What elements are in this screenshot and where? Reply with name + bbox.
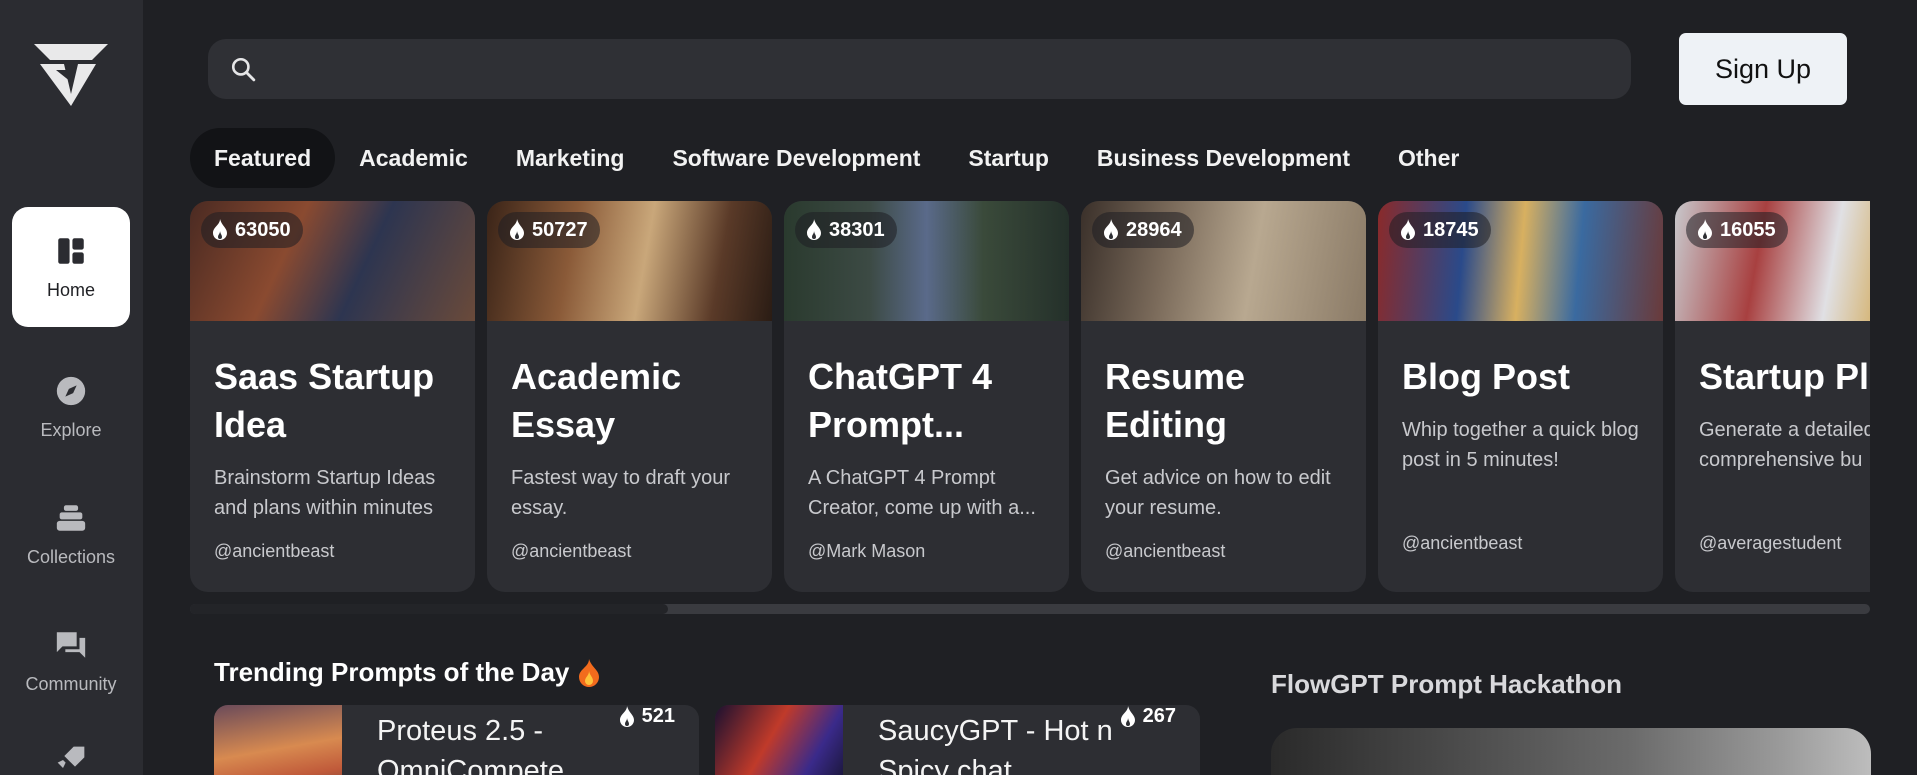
sidebar-item-collections[interactable]: Collections: [12, 474, 130, 594]
sidebar-item-rocket[interactable]: [12, 728, 130, 775]
card-description: A ChatGPT 4 Prompt Creator, come up with…: [808, 467, 1036, 519]
sidebar-item-label: Home: [46, 279, 95, 300]
prompt-card[interactable]: 16055 Startup Pla Generate a detailed co…: [1675, 201, 1870, 592]
view-count: 16055: [1720, 218, 1776, 241]
flame-icon: [1104, 219, 1118, 240]
card-description: Generate a detailed comprehensive bu: [1675, 401, 1870, 475]
card-title: Startup Pla: [1699, 356, 1870, 397]
card-image: 16055: [1675, 201, 1870, 321]
hackathon-banner[interactable]: [1271, 728, 1871, 775]
prompt-card[interactable]: 18745 Blog Post Whip together a quick bl…: [1378, 201, 1663, 592]
trending-item[interactable]: SaucyGPT - Hot n Spicy chat 267: [715, 705, 1200, 775]
card-author[interactable]: @ancientbeast: [1105, 541, 1225, 562]
rocket-icon: [57, 746, 85, 768]
tab-marketing[interactable]: Marketing: [492, 128, 649, 188]
featured-carousel: 63050 Saas Startup Idea Brainstorm Start…: [190, 201, 1870, 592]
compass-icon: [56, 376, 86, 405]
prompt-card[interactable]: 63050 Saas Startup Idea Brainstorm Start…: [190, 201, 475, 592]
prompt-card[interactable]: 50727 Academic Essay Fastest way to draf…: [487, 201, 772, 592]
flame-icon: [1698, 219, 1712, 240]
scrollbar-thumb[interactable]: [190, 604, 668, 614]
card-image: 28964: [1081, 201, 1366, 321]
card-author[interactable]: @ancientbeast: [511, 541, 631, 562]
view-count-badge: 38301: [795, 212, 897, 248]
flame-icon: [213, 219, 227, 240]
trending-heading: Trending Prompts of the Day: [214, 657, 601, 688]
sidebar-item-label: Community: [25, 673, 117, 694]
card-description-line: Generate a detailed: [1699, 419, 1870, 441]
card-title: ChatGPT 4 Prompt...: [808, 356, 993, 445]
trending-title: Trending Prompts of the Day: [214, 657, 570, 687]
card-author[interactable]: @averagestudent: [1699, 533, 1841, 554]
trending-count: 521: [618, 705, 675, 728]
card-description: Get advice on how to edit your resume.: [1105, 467, 1331, 519]
stack-icon: [56, 504, 86, 531]
search-input[interactable]: [268, 39, 1608, 99]
flame-icon: [619, 705, 634, 727]
fire-emoji-icon: [579, 658, 600, 687]
tab-software-development[interactable]: Software Development: [648, 128, 944, 188]
search-icon: [231, 57, 256, 82]
flowgpt-logo-icon[interactable]: [34, 42, 108, 106]
card-image: 63050: [190, 201, 475, 321]
trending-name: SaucyGPT - Hot n Spicy chat: [878, 715, 1113, 775]
sidebar-item-home[interactable]: Home: [12, 207, 130, 327]
prompt-card[interactable]: 38301 ChatGPT 4 Prompt... A ChatGPT 4 Pr…: [784, 201, 1069, 592]
carousel-scrollbar[interactable]: [190, 604, 1870, 614]
tab-other[interactable]: Other: [1374, 128, 1483, 188]
sidebar: Home Explore Collections Community: [0, 0, 143, 775]
card-image: 50727: [487, 201, 772, 321]
card-title: Resume Editing: [1105, 356, 1246, 445]
trending-count-value: 521: [641, 705, 675, 727]
flame-icon: [510, 219, 524, 240]
card-title: Academic Essay: [511, 356, 682, 445]
view-count-badge: 63050: [201, 212, 303, 248]
view-count: 18745: [1423, 218, 1479, 241]
card-image: 18745: [1378, 201, 1663, 321]
trending-thumbnail: [715, 705, 843, 775]
view-count-badge: 50727: [498, 212, 600, 248]
sign-up-button[interactable]: Sign Up: [1679, 33, 1847, 105]
trending-count: 267: [1119, 705, 1176, 728]
sidebar-item-explore[interactable]: Explore: [12, 347, 130, 467]
card-author[interactable]: @Mark Mason: [808, 541, 925, 562]
dashboard-icon: [58, 237, 84, 264]
card-author[interactable]: @ancientbeast: [214, 541, 334, 562]
view-count-badge: 28964: [1092, 212, 1194, 248]
card-title: Saas Startup Idea: [214, 356, 435, 445]
view-count: 28964: [1126, 218, 1182, 241]
view-count-badge: 18745: [1389, 212, 1491, 248]
chat-icon: [56, 631, 86, 658]
tab-academic[interactable]: Academic: [335, 128, 492, 188]
trending-name: Proteus 2.5 - OmniCompete: [377, 715, 564, 775]
sidebar-item-label: Explore: [40, 419, 102, 440]
view-count-badge: 16055: [1686, 212, 1788, 248]
card-description: Brainstorm Startup Ideas and plans withi…: [214, 467, 436, 519]
view-count: 38301: [829, 218, 885, 241]
flame-icon: [807, 219, 821, 240]
sidebar-item-label: Collections: [26, 546, 116, 567]
trending-item[interactable]: Proteus 2.5 - OmniCompete 521: [214, 705, 699, 775]
prompt-card[interactable]: 28964 Resume Editing Get advice on how t…: [1081, 201, 1366, 592]
hackathon-title: FlowGPT Prompt Hackathon: [1271, 669, 1623, 699]
trending-thumbnail: [214, 705, 342, 775]
card-description-line: comprehensive bu: [1699, 449, 1863, 471]
tab-featured[interactable]: Featured: [190, 128, 336, 188]
sidebar-item-community[interactable]: Community: [12, 601, 130, 721]
flame-icon: [1401, 219, 1415, 240]
tab-startup[interactable]: Startup: [944, 128, 1073, 188]
card-description: Fastest way to draft your essay.: [511, 467, 730, 519]
category-tabs: Featured Academic Marketing Software Dev…: [190, 128, 1483, 188]
card-description: Whip together a quick blog post in 5 min…: [1402, 419, 1639, 471]
card-author[interactable]: @ancientbeast: [1402, 533, 1522, 554]
view-count: 63050: [235, 218, 291, 241]
flame-icon: [1120, 705, 1135, 727]
card-image: 38301: [784, 201, 1069, 321]
search-bar[interactable]: [208, 39, 1631, 99]
view-count: 50727: [532, 218, 588, 241]
tab-business-development[interactable]: Business Development: [1073, 128, 1374, 188]
trending-count-value: 267: [1142, 705, 1176, 727]
card-title: Blog Post: [1402, 356, 1570, 397]
